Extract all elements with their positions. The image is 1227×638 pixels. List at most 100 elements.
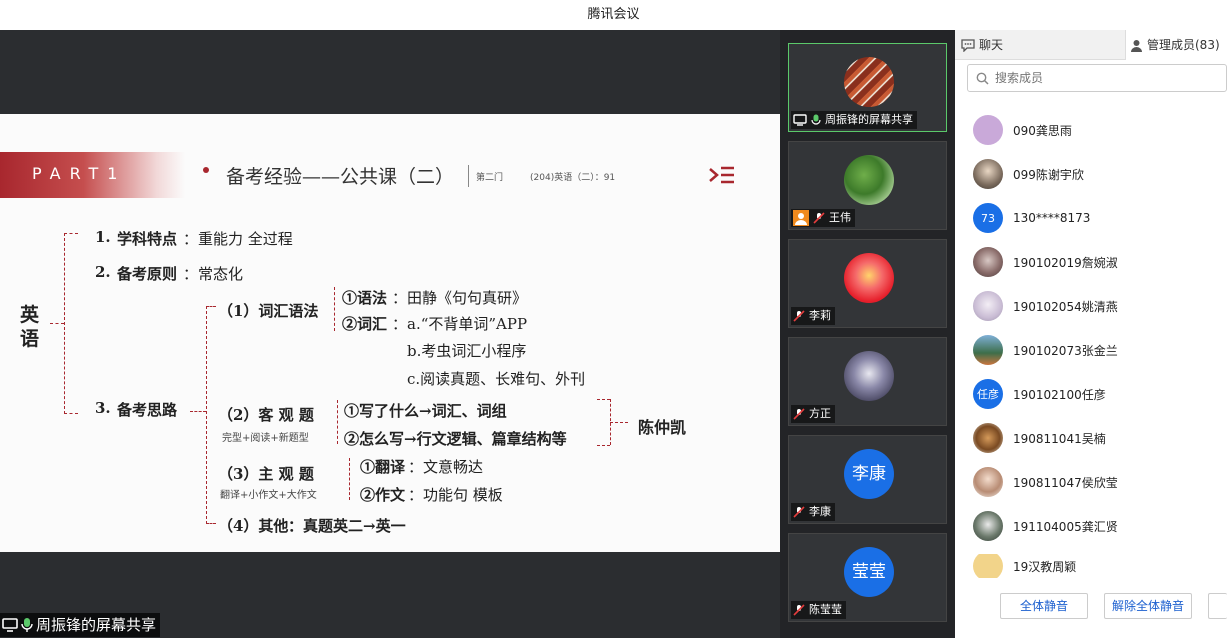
member-name: 191104005龚汇贤 xyxy=(1013,519,1118,534)
member-item[interactable]: 19汉教周颖 xyxy=(973,554,1076,578)
mic-muted-icon xyxy=(793,310,805,322)
subject-char-1: 英 xyxy=(20,304,40,326)
mic-muted-icon xyxy=(793,604,805,616)
avatar xyxy=(973,511,1003,541)
video-tile[interactable]: 李莉 xyxy=(788,239,947,328)
video-tile[interactable]: 方正 xyxy=(788,337,947,426)
tile-name-tag: 李康 xyxy=(791,503,835,521)
avatar xyxy=(973,467,1003,497)
slide-note-order: 第二门 xyxy=(476,173,504,183)
user-icon xyxy=(1131,39,1142,52)
member-name: 099陈谢宇欣 xyxy=(1013,167,1084,182)
item2-label: 备考原则 xyxy=(117,265,178,283)
search-input[interactable] xyxy=(995,71,1215,85)
video-tile[interactable]: 周振锋的屏幕共享 xyxy=(788,43,947,132)
connector xyxy=(206,306,207,524)
mic-on-icon xyxy=(21,618,33,632)
unmute-all-button[interactable]: 解除全体静音 xyxy=(1104,593,1192,619)
avatar xyxy=(844,253,894,303)
avatar xyxy=(844,155,894,205)
item1-number: 1. xyxy=(95,228,111,246)
member-item[interactable]: 090龚思雨 xyxy=(973,114,1072,146)
tile-name: 李康 xyxy=(809,505,831,518)
tile-name-tag: 王伟 xyxy=(791,209,855,227)
tile-name-tag: 周振锋的屏幕共享 xyxy=(791,111,917,129)
vocab-text-c: c.阅读真题、长难句、外刊 xyxy=(407,370,586,388)
section3-label: （3）主 观 题 xyxy=(218,465,314,483)
screen-share-icon xyxy=(793,114,807,126)
connector xyxy=(334,287,335,331)
member-name: 190811041吴楠 xyxy=(1013,431,1106,446)
item1-text: ：重能力 全过程 xyxy=(183,230,293,248)
member-name: 190102100任彦 xyxy=(1013,387,1106,402)
video-tile[interactable]: 王伟 xyxy=(788,141,947,230)
connector xyxy=(64,233,65,414)
essay-text: ：功能句 模板 xyxy=(408,486,503,504)
item2-number: 2. xyxy=(95,263,111,281)
member-item[interactable]: 190102073张金兰 xyxy=(973,334,1118,366)
tile-name-tag: 陈莹莹 xyxy=(791,601,846,619)
member-search[interactable] xyxy=(967,64,1227,92)
mic-on-icon xyxy=(811,114,821,125)
avatar xyxy=(973,291,1003,321)
member-item[interactable]: 190102054姚清燕 xyxy=(973,290,1118,322)
member-item[interactable]: 任彦 190102100任彦 xyxy=(973,378,1106,410)
vocab-text-a: ：a.“不背单词”APP xyxy=(392,315,528,333)
item3-number: 3. xyxy=(95,399,111,417)
subject-char-2: 语 xyxy=(20,328,40,350)
screen-share-label: 周振锋的屏幕共享 xyxy=(0,613,161,637)
window-title: 腾讯会议 xyxy=(0,0,1227,30)
tile-name: 方正 xyxy=(809,407,831,420)
section4-text: ：真题英二→英一 xyxy=(288,517,406,535)
mute-all-button[interactable]: 全体静音 xyxy=(1000,593,1088,619)
section4-label: （4）其他 xyxy=(218,517,289,535)
screen-share-name: 周振锋的屏幕共享 xyxy=(36,616,157,634)
tile-name: 王伟 xyxy=(829,211,851,224)
item3-label: 备考思路 xyxy=(117,401,178,419)
avatar xyxy=(973,115,1003,145)
mic-muted-icon xyxy=(793,408,805,420)
user-icon xyxy=(793,210,809,226)
avatar xyxy=(973,159,1003,189)
title-bullet xyxy=(203,167,209,173)
chat-icon xyxy=(961,38,975,52)
member-panel: 聊天 管理成员(83) 090龚思雨 099陈谢宇欣 73 130****817… xyxy=(955,30,1227,638)
tab-members[interactable]: 管理成员(83) xyxy=(1130,30,1220,60)
search-icon xyxy=(976,72,989,85)
section2-label: （2）客 观 题 xyxy=(218,406,314,424)
member-item[interactable]: 190811047侯欣莹 xyxy=(973,466,1118,498)
essay-label: ②作文 xyxy=(360,486,406,504)
member-name: 190102054姚清燕 xyxy=(1013,299,1118,314)
connector xyxy=(597,399,610,400)
more-button[interactable] xyxy=(1208,593,1227,619)
grammar-label: ①语法 xyxy=(342,289,388,307)
member-name: 190102073张金兰 xyxy=(1013,343,1118,358)
avatar xyxy=(844,351,894,401)
connector xyxy=(349,458,350,500)
section1-label: （1）词汇语法 xyxy=(218,302,319,320)
member-item[interactable]: 190811041吴楠 xyxy=(973,422,1106,454)
part-label: PART1 xyxy=(32,164,127,183)
teacher-name: 陈仲凯 xyxy=(638,418,687,437)
video-tile[interactable]: 莹莹 陈莹莹 xyxy=(788,533,947,622)
tab-chat[interactable]: 聊天 xyxy=(961,30,1126,60)
member-item[interactable]: 099陈谢宇欣 xyxy=(973,158,1084,190)
connector xyxy=(610,422,628,423)
video-tile[interactable]: 李康 李康 xyxy=(788,435,947,524)
member-item[interactable]: 73 130****8173 xyxy=(973,202,1090,234)
avatar xyxy=(844,57,894,107)
tab-members-label: 管理成员(83) xyxy=(1147,38,1220,52)
slide-logo-icon xyxy=(709,166,734,184)
section2-point-b: ②怎么写→行文逻辑、篇章结构等 xyxy=(344,430,567,448)
title-divider xyxy=(468,165,469,187)
mic-muted-icon xyxy=(793,506,805,518)
avatar xyxy=(973,335,1003,365)
section2-point-a: ①写了什么→词汇、词组 xyxy=(344,402,507,420)
member-item[interactable]: 191104005龚汇贤 xyxy=(973,510,1118,542)
member-item[interactable]: 190102019詹婉淑 xyxy=(973,246,1118,278)
avatar xyxy=(973,423,1003,453)
connector xyxy=(206,523,216,524)
grammar-text: ：田静《句句真研》 xyxy=(392,289,528,307)
tile-name-tag: 方正 xyxy=(791,405,835,423)
tile-name-tag: 李莉 xyxy=(791,307,835,325)
